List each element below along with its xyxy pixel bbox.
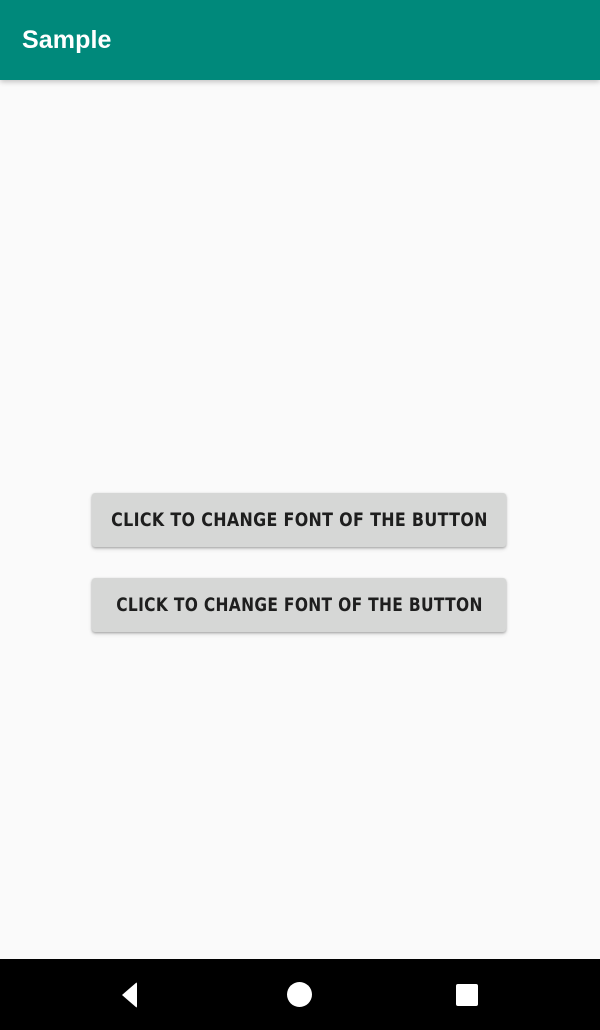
main-content: CLICK TO CHANGE FONT OF THE BUTTON CLICK… — [0, 80, 600, 959]
page-title: Sample — [22, 26, 112, 54]
nav-back-button[interactable] — [86, 959, 176, 1030]
nav-home-button[interactable] — [254, 959, 344, 1030]
change-font-button-2[interactable]: CLICK TO CHANGE FONT OF THE BUTTON — [92, 578, 506, 632]
back-triangle-icon — [122, 981, 137, 1008]
change-font-button-1-label: CLICK TO CHANGE FONT OF THE BUTTON — [110, 508, 488, 531]
change-font-button-1[interactable]: CLICK TO CHANGE FONT OF THE BUTTON — [92, 493, 506, 547]
home-circle-icon — [286, 982, 312, 1007]
phone-screen: Sample CLICK TO CHANGE FONT OF THE BUTTO… — [0, 0, 600, 1030]
app-bar: Sample — [0, 0, 600, 80]
change-font-button-2-label: CLICK TO CHANGE FONT OF THE BUTTON — [115, 593, 483, 616]
recents-square-icon — [456, 983, 478, 1006]
system-navigation-bar — [0, 959, 600, 1030]
nav-recents-button[interactable] — [422, 959, 512, 1030]
